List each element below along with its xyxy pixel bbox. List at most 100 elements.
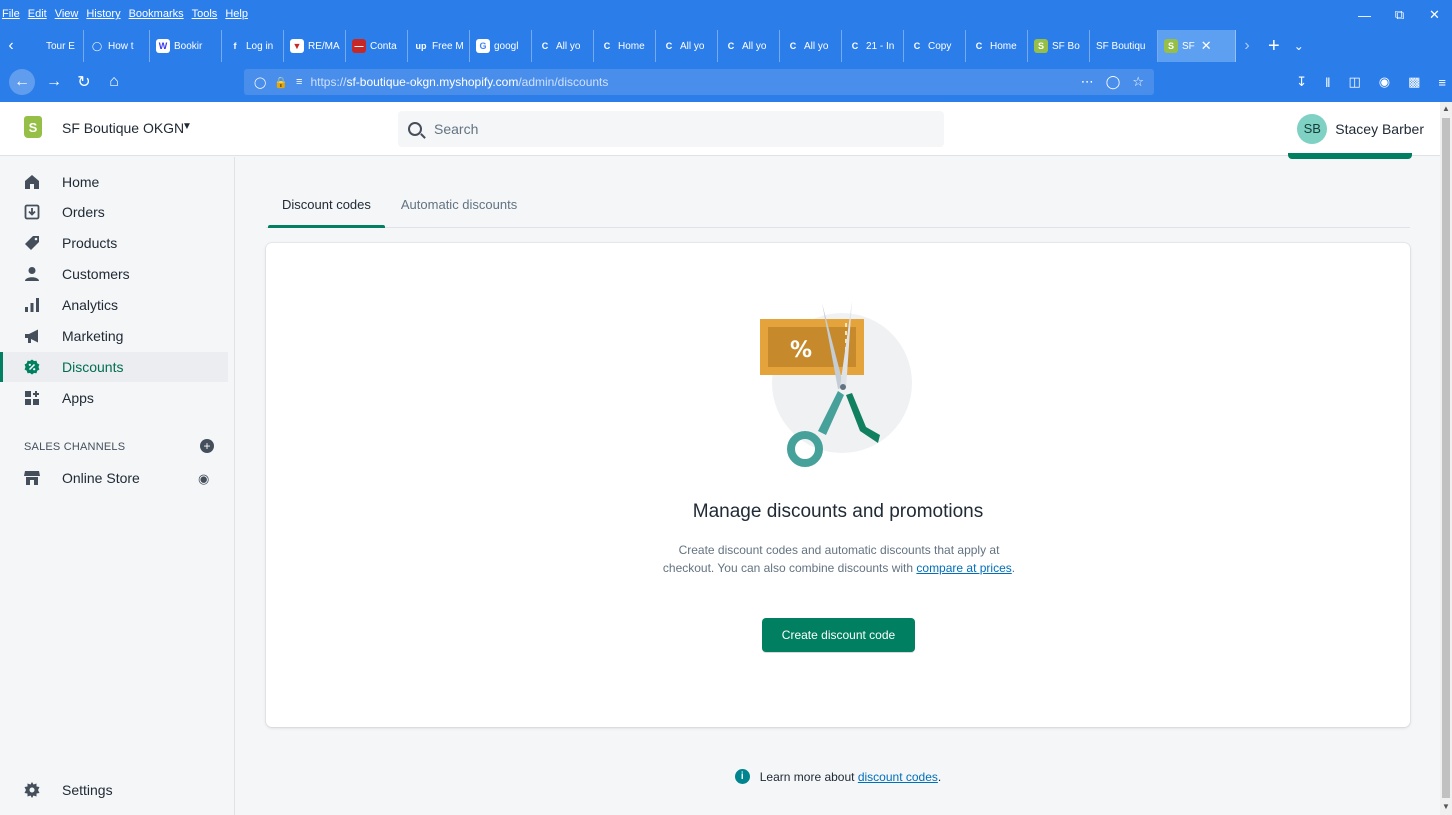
- browser-tab-label: SF: [1182, 40, 1195, 52]
- browser-tab[interactable]: S SF ✕: [1158, 30, 1236, 62]
- browser-tab[interactable]: C Home: [594, 30, 656, 62]
- caret-down-icon[interactable]: ▼: [182, 121, 192, 132]
- hamburger-menu-icon[interactable]: ≡: [1438, 75, 1446, 90]
- forward-icon[interactable]: →: [39, 73, 69, 91]
- create-discount-code-button[interactable]: Create discount code: [762, 618, 915, 652]
- browser-tab[interactable]: Tour E: [22, 30, 84, 62]
- sidebar-item-orders[interactable]: Orders: [0, 197, 228, 227]
- bookmark-star-icon[interactable]: ☆: [1132, 74, 1144, 90]
- sidebar-toggle-icon[interactable]: ◫: [1348, 74, 1360, 90]
- sidebar-item-label: Analytics: [62, 297, 119, 313]
- sales-channels-title: SALES CHANNELS: [24, 441, 126, 453]
- browser-tab-label: SF Bo: [1052, 40, 1080, 52]
- browser-tab[interactable]: C All yo: [656, 30, 718, 62]
- library-icon[interactable]: ‖: [1325, 75, 1330, 90]
- url-text: https://sf-boutique-okgn.myshopify.com/a…: [310, 75, 608, 89]
- user-menu[interactable]: SB Stacey Barber: [1297, 114, 1424, 144]
- tab-list-chevron-icon[interactable]: ⌄: [1294, 39, 1304, 53]
- shop-name[interactable]: SF Boutique OKGN: [62, 120, 184, 136]
- browser-tab[interactable]: C 21 - In: [842, 30, 904, 62]
- sidebar-item-discounts[interactable]: Discounts: [0, 352, 228, 382]
- browser-tab[interactable]: SF Boutiqu: [1090, 30, 1158, 62]
- user-name[interactable]: Stacey Barber: [1335, 121, 1424, 137]
- browser-tab[interactable]: Ggoogl: [470, 30, 532, 62]
- page-actions-icon[interactable]: ⋯: [1081, 74, 1094, 90]
- c-icon: C: [786, 39, 800, 53]
- scroll-thumb[interactable]: [1442, 118, 1450, 798]
- browser-tab[interactable]: up Free M: [408, 30, 470, 62]
- browser-tab-label: Free M: [432, 40, 464, 52]
- menu-bookmarks[interactable]: Bookmarks: [129, 8, 184, 20]
- lock-icon[interactable]: 🔒: [274, 76, 288, 89]
- search-input[interactable]: Search: [398, 111, 944, 147]
- sidebar-item-products[interactable]: Products: [0, 228, 228, 258]
- tab-scroll-left-icon[interactable]: ‹: [0, 37, 22, 55]
- scroll-up-icon[interactable]: ▲: [1442, 104, 1450, 113]
- account-icon[interactable]: ◉: [1379, 74, 1390, 90]
- browser-tab[interactable]: f Log in: [222, 30, 284, 62]
- back-icon[interactable]: ←: [9, 69, 35, 95]
- pocket-icon[interactable]: ◯: [1106, 74, 1121, 90]
- menu-help[interactable]: Help: [225, 8, 248, 20]
- shopify-logo-icon[interactable]: S: [24, 116, 42, 138]
- scroll-down-icon[interactable]: ▼: [1442, 802, 1450, 811]
- browser-tab[interactable]: C All yo: [780, 30, 842, 62]
- sidebar-item-label: Products: [62, 235, 118, 251]
- url-bar[interactable]: ◯ 🔒 ≡ https://sf-boutique-okgn.myshopify…: [244, 69, 1154, 95]
- primary-action-button-edge[interactable]: [1288, 153, 1412, 159]
- permissions-icon[interactable]: ≡: [296, 76, 302, 88]
- browser-tab-label: All yo: [680, 40, 705, 52]
- sidebar-item-marketing[interactable]: Marketing: [0, 321, 228, 351]
- browser-tab[interactable]: C Copy: [904, 30, 966, 62]
- shield-icon[interactable]: ◯: [254, 76, 266, 89]
- compare-at-prices-link[interactable]: compare at prices: [916, 561, 1011, 575]
- close-icon[interactable]: ✕: [1417, 7, 1452, 23]
- browser-tab[interactable]: C All yo: [718, 30, 780, 62]
- browser-tab[interactable]: — Conta: [346, 30, 408, 62]
- page-scrollbar[interactable]: ▲ ▼: [1440, 102, 1452, 815]
- tab-discount-codes[interactable]: Discount codes: [266, 185, 385, 228]
- menu-view[interactable]: View: [55, 8, 79, 20]
- reload-icon[interactable]: ↻: [69, 72, 99, 92]
- empty-state-card: % Manage discounts and promotions Create…: [266, 243, 1410, 727]
- browser-tab[interactable]: ◯ How t: [84, 30, 150, 62]
- avatar[interactable]: SB: [1297, 114, 1328, 144]
- extension-icon[interactable]: ▩: [1408, 74, 1420, 90]
- sidebar-item-customers[interactable]: Customers: [0, 259, 228, 289]
- browser-tab[interactable]: C All yo: [532, 30, 594, 62]
- main-content: Discount codes Automatic discounts % Man…: [236, 153, 1440, 815]
- menu-edit[interactable]: Edit: [28, 8, 47, 20]
- home-browser-icon[interactable]: ⌂: [99, 73, 129, 91]
- sidebar-item-apps[interactable]: Apps: [0, 383, 228, 413]
- eye-icon[interactable]: ◉: [198, 471, 209, 487]
- sidebar-item-home[interactable]: Home: [0, 167, 228, 197]
- browser-tab[interactable]: S SF Bo: [1028, 30, 1090, 62]
- menu-file[interactable]: File: [2, 8, 20, 20]
- browser-tab[interactable]: W Bookir: [150, 30, 222, 62]
- browser-tab[interactable]: ▼ RE/MA: [284, 30, 346, 62]
- menu-tools[interactable]: Tools: [192, 8, 218, 20]
- svg-text:%: %: [790, 338, 812, 363]
- restore-icon[interactable]: ⧉: [1382, 7, 1417, 23]
- tab-automatic-discounts[interactable]: Automatic discounts: [385, 185, 531, 227]
- discount-codes-link[interactable]: discount codes: [858, 770, 938, 784]
- downloads-icon[interactable]: ↧: [1296, 74, 1307, 90]
- add-sales-channel-icon[interactable]: +: [200, 439, 214, 453]
- menu-history[interactable]: History: [86, 8, 120, 20]
- sidebar-item-analytics[interactable]: Analytics: [0, 290, 228, 320]
- empty-state-description: Create discount codes and automatic disc…: [656, 541, 1022, 577]
- close-tab-icon[interactable]: ✕: [1201, 38, 1212, 54]
- window-controls: — ⧉ ✕: [1347, 0, 1452, 30]
- minimize-icon[interactable]: —: [1347, 8, 1382, 23]
- facebook-icon: f: [228, 39, 242, 53]
- person-icon: [24, 266, 40, 282]
- new-tab-icon[interactable]: +: [1268, 35, 1280, 58]
- url-host: sf-boutique-okgn.myshopify.com: [346, 75, 519, 89]
- sidebar-item-online-store[interactable]: Online Store: [0, 463, 228, 493]
- shopify-icon: S: [1034, 39, 1048, 53]
- tab-scroll-right-icon[interactable]: ›: [1236, 37, 1258, 55]
- ig-icon: [28, 39, 42, 53]
- c-icon: C: [538, 39, 552, 53]
- browser-tab[interactable]: C Home: [966, 30, 1028, 62]
- sidebar-item-settings[interactable]: Settings: [0, 775, 228, 805]
